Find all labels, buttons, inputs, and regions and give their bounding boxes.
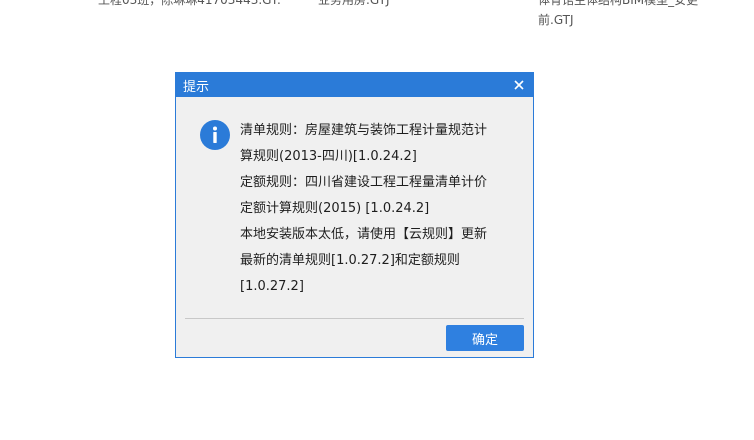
message-line: [1.0.27.2]	[240, 279, 304, 294]
background-file-label: 前.GTJ	[538, 13, 574, 27]
ok-button[interactable]: 确定	[446, 325, 524, 351]
message-line: 定额计算规则(2015) [1.0.24.2]	[240, 201, 430, 216]
message-line: 清单规则：房屋建筑与装饰工程计量规范计	[240, 123, 488, 138]
info-icon	[200, 120, 230, 150]
background-file-label: 工程03班，陈琳琳41703443.GT.	[98, 0, 281, 7]
dialog-message: 清单规则：房屋建筑与装饰工程计量规范计 算规则(2013-四川)[1.0.24.…	[240, 118, 520, 300]
message-line: 定额规则：四川省建设工程工程量清单计价	[240, 175, 488, 190]
prompt-dialog: 提示 清单规则：房屋建筑与装饰工程计量规范计 算规则(2013-四川)[1.0.…	[175, 72, 534, 358]
dialog-divider	[185, 318, 524, 319]
message-line: 最新的清单规则[1.0.27.2]和定额规则	[240, 253, 460, 268]
dialog-title: 提示	[183, 79, 210, 95]
message-line: 算规则(2013-四川)[1.0.24.2]	[240, 149, 417, 164]
dialog-title-bar[interactable]: 提示	[176, 73, 533, 97]
background-file-label: 业务用房.GTJ	[318, 0, 390, 7]
background-file-label: 体育馆主体结构BIM模型_安更	[538, 0, 699, 7]
message-line: 本地安装版本太低，请使用【云规则】更新	[240, 227, 488, 242]
close-icon[interactable]	[511, 77, 527, 93]
